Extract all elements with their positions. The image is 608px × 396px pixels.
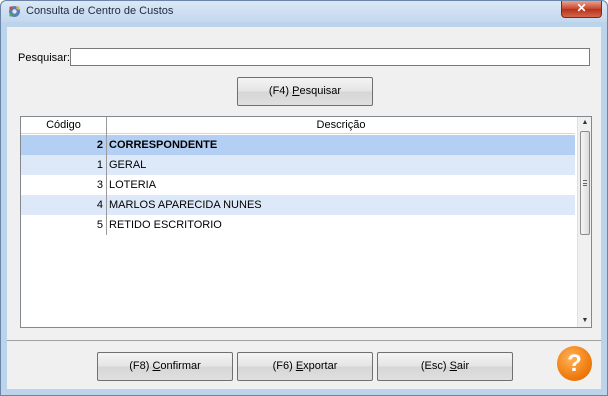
- column-header-code[interactable]: Código: [21, 117, 106, 134]
- export-button[interactable]: (F6) Exportar: [237, 352, 373, 381]
- confirm-button-rest: onfirmar: [160, 360, 201, 372]
- grid-header: Código Descrição: [21, 117, 575, 134]
- confirm-button-prefix: (F8): [129, 360, 153, 372]
- footer-divider: [7, 340, 601, 341]
- table-row[interactable]: 4 MARLOS APARECIDA NUNES: [21, 195, 575, 215]
- vertical-scrollbar[interactable]: ▲ ▼: [577, 117, 591, 327]
- table-row[interactable]: 2 CORRESPONDENTE: [21, 135, 575, 155]
- help-icon: ?: [567, 350, 582, 377]
- cell-description: MARLOS APARECIDA NUNES: [109, 199, 262, 211]
- cell-description: GERAL: [109, 159, 147, 171]
- title-bar[interactable]: Consulta de Centro de Custos ✕: [1, 1, 607, 22]
- search-label: Pesquisar:: [18, 52, 70, 64]
- cell-description: LOTERIA: [109, 179, 157, 191]
- scroll-down-icon[interactable]: ▼: [578, 315, 592, 327]
- cell-code: 4: [96, 199, 103, 211]
- scroll-up-icon[interactable]: ▲: [578, 117, 592, 129]
- window-title: Consulta de Centro de Custos: [26, 5, 174, 17]
- cell-code: 3: [96, 179, 103, 191]
- export-button-prefix: (F6): [272, 360, 296, 372]
- cell-code: 5: [96, 219, 103, 231]
- search-input[interactable]: [70, 48, 590, 66]
- help-button[interactable]: ?: [557, 346, 592, 381]
- table-row[interactable]: 5 RETIDO ESCRITORIO: [21, 215, 575, 235]
- cost-center-grid[interactable]: Código Descrição 2 CORRESPONDENTE 1 GERA…: [20, 116, 592, 328]
- app-icon: [9, 6, 20, 17]
- cell-description: CORRESPONDENTE: [109, 139, 218, 151]
- search-button-mnemonic: P: [292, 85, 300, 97]
- cell-code: 2: [96, 139, 103, 151]
- exit-button-mnemonic: S: [449, 360, 457, 372]
- exit-button[interactable]: (Esc) Sair: [377, 352, 513, 381]
- confirm-button[interactable]: (F8) Confirmar: [97, 352, 233, 381]
- search-button-rest: esquisar: [299, 85, 342, 97]
- dialog-window: Consulta de Centro de Custos ✕ Pesquisar…: [0, 0, 608, 396]
- exit-button-rest: air: [456, 360, 470, 372]
- close-icon: ✕: [576, 1, 587, 15]
- column-divider[interactable]: [106, 117, 107, 235]
- export-button-rest: xportar: [303, 360, 338, 372]
- cell-code: 1: [96, 159, 103, 171]
- close-button[interactable]: ✕: [561, 1, 602, 18]
- table-row[interactable]: 3 LOTERIA: [21, 175, 575, 195]
- scrollbar-thumb[interactable]: [580, 131, 590, 235]
- cell-description: RETIDO ESCRITORIO: [109, 219, 222, 231]
- dialog-body: Pesquisar: (F4) Pesquisar Código Descriç…: [7, 27, 601, 389]
- table-row[interactable]: 1 GERAL: [21, 155, 575, 175]
- scrollbar-grip-icon: [583, 180, 587, 186]
- column-header-description[interactable]: Descrição: [107, 117, 575, 134]
- search-button-prefix: (F4): [268, 85, 293, 97]
- search-button[interactable]: (F4) Pesquisar: [237, 77, 373, 106]
- exit-button-prefix: (Esc): [420, 360, 450, 372]
